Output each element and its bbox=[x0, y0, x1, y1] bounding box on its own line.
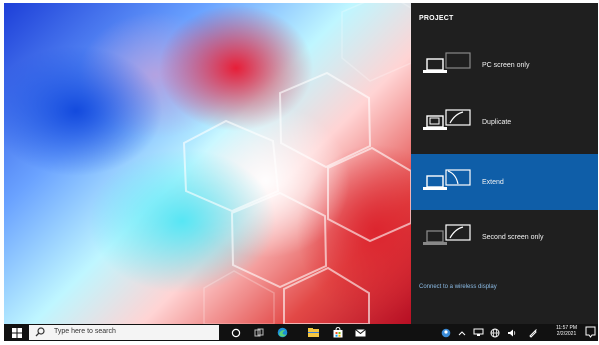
mail-icon[interactable] bbox=[352, 324, 369, 341]
search-icon bbox=[35, 327, 45, 337]
option-extend[interactable]: Extend bbox=[411, 154, 598, 210]
connect-wireless-display-link[interactable]: Connect to a wireless display bbox=[419, 284, 497, 290]
system-clock[interactable]: 11:57 PM 2/2/2021 bbox=[551, 325, 582, 337]
option-label: Duplicate bbox=[482, 118, 512, 126]
search-box[interactable]: Type here to search bbox=[29, 325, 219, 340]
option-label: Extend bbox=[482, 178, 504, 186]
chevron-up-icon[interactable] bbox=[455, 324, 469, 341]
cortana-circle-icon[interactable] bbox=[227, 324, 244, 341]
start-button[interactable] bbox=[10, 324, 24, 341]
search-placeholder: Type here to search bbox=[54, 328, 116, 335]
duplicate-icon bbox=[417, 107, 475, 137]
notification-icon[interactable] bbox=[585, 326, 596, 338]
option-label: PC screen only bbox=[482, 61, 530, 69]
file-explorer-icon[interactable] bbox=[305, 324, 322, 341]
pen-icon[interactable] bbox=[526, 324, 540, 341]
windows-logo-icon bbox=[12, 327, 22, 338]
option-label: Second screen only bbox=[482, 233, 544, 241]
network-icon[interactable] bbox=[471, 324, 485, 341]
desktop-screen: PROJECT PC screen only Duplicate Extend … bbox=[4, 3, 598, 341]
taskbar: Type here to search 11:57 PM 2/2/2021 bbox=[4, 324, 598, 341]
task-view-icon[interactable] bbox=[250, 324, 267, 341]
option-second-screen-only[interactable]: Second screen only bbox=[411, 209, 598, 265]
globe-icon[interactable] bbox=[488, 324, 502, 341]
pc-screen-only-icon bbox=[417, 50, 475, 80]
desktop-wallpaper bbox=[4, 3, 411, 324]
second-screen-only-icon bbox=[417, 222, 475, 252]
option-duplicate[interactable]: Duplicate bbox=[411, 94, 598, 150]
hexagon-pattern bbox=[182, 3, 411, 324]
speaker-icon[interactable] bbox=[505, 324, 519, 341]
option-pc-screen-only[interactable]: PC screen only bbox=[411, 37, 598, 93]
user-icon[interactable] bbox=[439, 324, 453, 341]
project-panel: PROJECT PC screen only Duplicate Extend … bbox=[411, 3, 598, 324]
extend-icon bbox=[417, 167, 475, 197]
store-icon[interactable] bbox=[329, 324, 346, 341]
edge-icon[interactable] bbox=[274, 324, 291, 341]
clock-date: 2/2/2021 bbox=[556, 331, 577, 337]
panel-title: PROJECT bbox=[419, 15, 454, 22]
